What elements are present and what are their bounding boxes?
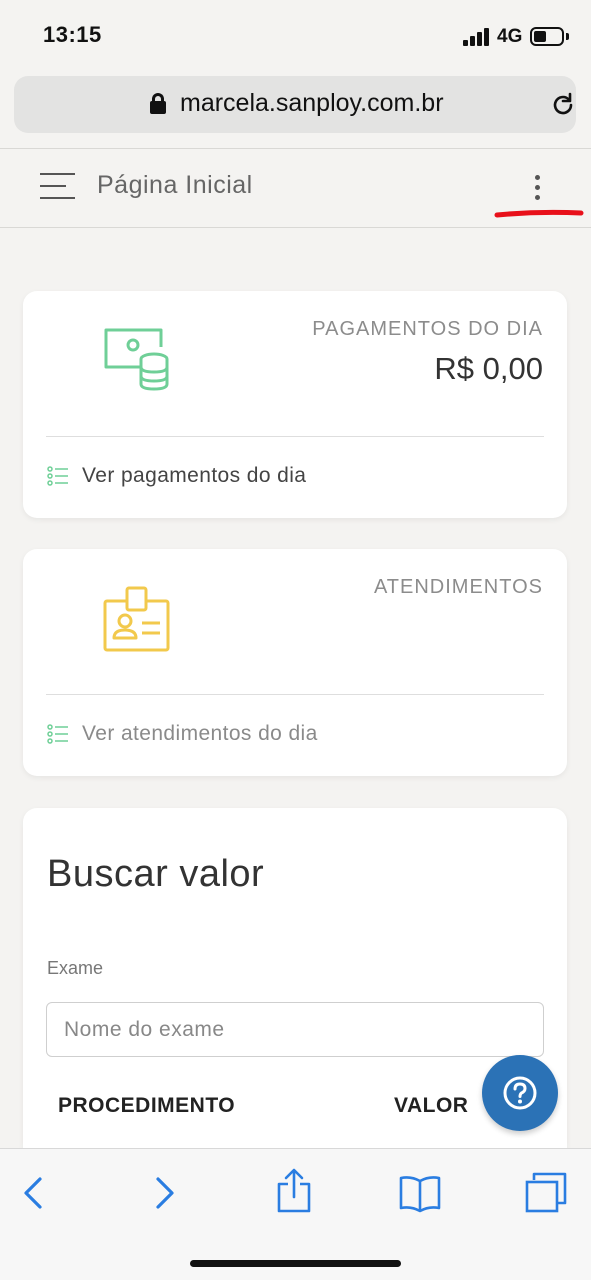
browser-toolbar xyxy=(0,1148,591,1280)
value-column-header: VALOR xyxy=(394,1094,469,1117)
signal-icon xyxy=(463,28,491,46)
exam-label: Exame xyxy=(47,958,104,978)
tabs-icon[interactable] xyxy=(524,1171,568,1213)
payments-label: PAGAMENTOS DO DIA xyxy=(312,318,543,340)
bookmarks-icon[interactable] xyxy=(398,1173,442,1213)
home-indicator xyxy=(190,1260,401,1267)
badge-icon xyxy=(103,586,170,652)
list-icon xyxy=(47,466,68,486)
lock-icon xyxy=(150,93,166,114)
card-divider xyxy=(46,694,544,695)
status-bar: 13:15 4G xyxy=(0,0,591,70)
appointments-card: ATENDIMENTOS Ver atendimentos do dia xyxy=(23,549,567,776)
back-icon[interactable] xyxy=(20,1175,46,1211)
address-bar[interactable]: marcela.sanploy.com.br xyxy=(14,76,576,133)
battery-icon xyxy=(530,27,564,46)
battery-tip xyxy=(566,33,569,40)
url-text[interactable]: marcela.sanploy.com.br xyxy=(180,89,444,118)
exam-input[interactable] xyxy=(46,1002,544,1057)
forward-icon[interactable] xyxy=(152,1175,178,1211)
payments-card: PAGAMENTOS DO DIA R$ 0,00 Ver pagamentos… xyxy=(23,291,567,518)
status-time: 13:15 xyxy=(43,22,102,47)
list-icon xyxy=(47,724,68,744)
payments-value: R$ 0,00 xyxy=(434,351,543,386)
annotation-underline xyxy=(494,209,584,218)
view-appointments-link[interactable]: Ver atendimentos do dia xyxy=(82,722,318,746)
help-icon xyxy=(503,1076,537,1110)
procedure-column-header: PROCEDIMENTO xyxy=(58,1094,236,1117)
page-title: Página Inicial xyxy=(97,171,253,199)
reload-icon[interactable] xyxy=(550,92,576,118)
money-icon xyxy=(104,328,169,391)
network-label: 4G xyxy=(497,26,523,47)
appointments-label: ATENDIMENTOS xyxy=(373,576,543,598)
help-button[interactable] xyxy=(482,1055,558,1131)
share-icon[interactable] xyxy=(276,1167,312,1213)
menu-icon[interactable] xyxy=(40,171,75,201)
card-divider xyxy=(46,436,544,437)
view-payments-link[interactable]: Ver pagamentos do dia xyxy=(82,464,306,488)
kebab-icon[interactable] xyxy=(525,171,549,201)
search-title: Buscar valor xyxy=(47,853,265,895)
